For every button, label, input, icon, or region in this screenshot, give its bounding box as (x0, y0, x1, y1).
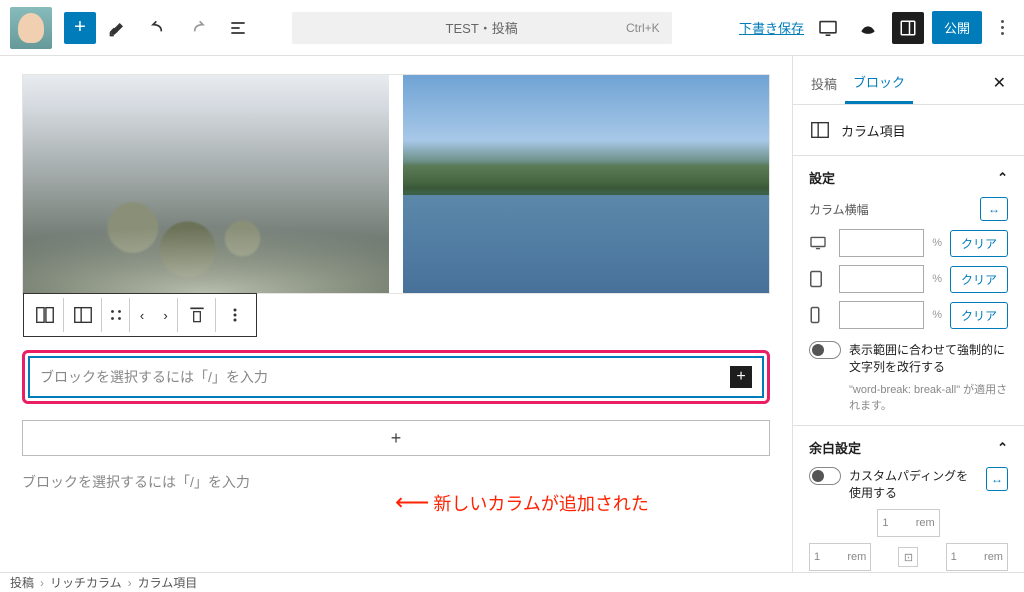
padding-toggle-label: カスタムパディングを使用する (849, 467, 978, 501)
width-input-desktop[interactable] (839, 229, 924, 257)
breadcrumb: 投稿 › リッチカラム › カラム項目 (0, 572, 1024, 592)
desktop-view-icon[interactable] (812, 12, 844, 44)
tab-post[interactable]: 投稿 (803, 64, 845, 103)
edit-mode-icon[interactable] (100, 10, 136, 46)
width-row-desktop: % クリア (809, 229, 1008, 257)
width-input-tablet[interactable] (839, 265, 924, 293)
chevron-up-icon[interactable]: ⌃ (997, 170, 1008, 186)
wrap-toggle-row: 表示範囲に合わせて強制的に文字列を改行する (809, 341, 1008, 375)
drag-handle-icon[interactable] (102, 298, 130, 332)
column-2[interactable] (403, 75, 769, 293)
inline-add-icon[interactable]: + (730, 366, 752, 388)
title-text: TEST・投稿 (446, 18, 518, 37)
block-type-name: カラム項目 (841, 121, 906, 140)
keyboard-hint: Ctrl+K (626, 21, 660, 35)
desktop-icon (809, 236, 831, 250)
column-block-icon (809, 119, 831, 141)
outline-icon[interactable] (220, 10, 256, 46)
columns-parent-icon[interactable] (26, 298, 64, 332)
chevron-up-icon[interactable]: ⌃ (997, 440, 1008, 456)
clear-button-tablet[interactable]: クリア (950, 266, 1008, 293)
mobile-icon (809, 306, 831, 324)
link-values-icon[interactable]: ⊡ (898, 547, 918, 567)
document-title[interactable]: TEST・投稿 Ctrl+K (292, 12, 672, 44)
column-1[interactable]: ‹ › (23, 75, 389, 293)
align-icon[interactable] (178, 298, 216, 332)
move-right-icon[interactable]: › (154, 298, 178, 332)
block-type-row: カラム項目 (793, 105, 1024, 156)
wrap-help-text: "word-break: break-all" が適用されます。 (849, 381, 1008, 413)
tab-block[interactable]: ブロック (845, 62, 913, 104)
move-left-icon[interactable]: ‹ (130, 298, 154, 332)
wrap-toggle[interactable] (809, 341, 841, 359)
appender-button[interactable]: + (22, 420, 770, 456)
width-row-mobile: % クリア (809, 301, 1008, 329)
new-column-block[interactable]: ブロックを選択するには「/」を入力 + (28, 356, 764, 398)
width-input-mobile[interactable] (839, 301, 924, 329)
padding-toggle[interactable] (809, 467, 841, 485)
save-draft-link[interactable]: 下書き保存 (739, 18, 804, 37)
responsive-toggle-icon[interactable]: ↔ (986, 467, 1008, 491)
sidebar-tabs: 投稿 ブロック ✕ (793, 56, 1024, 105)
annotation-text: 新しいカラムが追加された (433, 490, 648, 516)
margin-heading: 余白設定 (809, 438, 861, 457)
block-more-icon[interactable] (216, 298, 254, 332)
padding-grid: 1rem 1rem ⊡ 1rem (809, 509, 1008, 571)
crumb-rich-column[interactable]: リッチカラム (50, 574, 122, 591)
avatar[interactable] (10, 7, 52, 49)
settings-section: 設定 ⌃ カラム横幅 ↔ % クリア % クリア % (793, 156, 1024, 426)
crumb-column-item[interactable]: カラム項目 (138, 574, 198, 591)
editor-canvas: ‹ › ブロックを選択するには「/」を入力 + + ブロックを選択するには「/」… (0, 56, 792, 572)
annotation: ⟵ 新しいカラムが追加された (395, 488, 649, 517)
top-toolbar: + TEST・投稿 Ctrl+K 下書き保存 公開 (0, 0, 1024, 56)
close-icon[interactable]: ✕ (985, 69, 1014, 97)
responsive-toggle-icon[interactable]: ↔ (980, 197, 1008, 221)
swell-icon[interactable] (852, 12, 884, 44)
redo-icon[interactable] (180, 10, 216, 46)
margin-section: 余白設定 ⌃ カスタムパディングを使用する ↔ 1rem 1rem ⊡ 1rem (793, 426, 1024, 572)
undo-icon[interactable] (140, 10, 176, 46)
image-snow-village[interactable] (23, 75, 389, 293)
unit-label: % (932, 237, 942, 249)
pad-left[interactable]: 1rem (809, 543, 871, 571)
add-block-button[interactable]: + (64, 12, 96, 44)
tablet-icon (809, 270, 831, 288)
arrow-left-icon: ⟵ (395, 488, 429, 517)
padding-toggle-row: カスタムパディングを使用する ↔ (809, 467, 1008, 501)
more-menu-icon[interactable] (990, 20, 1014, 35)
crumb-post[interactable]: 投稿 (10, 574, 34, 591)
wrap-toggle-label: 表示範囲に合わせて強制的に文字列を改行する (849, 341, 1008, 375)
block-placeholder: ブロックを選択するには「/」を入力 (40, 367, 730, 387)
clear-button-mobile[interactable]: クリア (950, 302, 1008, 329)
pad-right[interactable]: 1rem (946, 543, 1008, 571)
new-column-highlight: ブロックを選択するには「/」を入力 + (22, 350, 770, 404)
columns-block[interactable]: ‹ › (22, 74, 770, 294)
block-toolbar: ‹ › (23, 293, 257, 337)
unit-label: % (932, 273, 942, 285)
settings-heading: 設定 (809, 168, 835, 187)
pad-top[interactable]: 1rem (877, 509, 939, 537)
image-lake-mountains[interactable] (403, 75, 769, 293)
width-label: カラム横幅 (809, 201, 869, 218)
column-icon[interactable] (64, 298, 102, 332)
settings-sidebar: 投稿 ブロック ✕ カラム項目 設定 ⌃ カラム横幅 ↔ % クリア (792, 56, 1024, 572)
settings-panel-toggle[interactable] (892, 12, 924, 44)
clear-button-desktop[interactable]: クリア (950, 230, 1008, 257)
width-row-tablet: % クリア (809, 265, 1008, 293)
unit-label: % (932, 309, 942, 321)
publish-button[interactable]: 公開 (932, 11, 982, 44)
